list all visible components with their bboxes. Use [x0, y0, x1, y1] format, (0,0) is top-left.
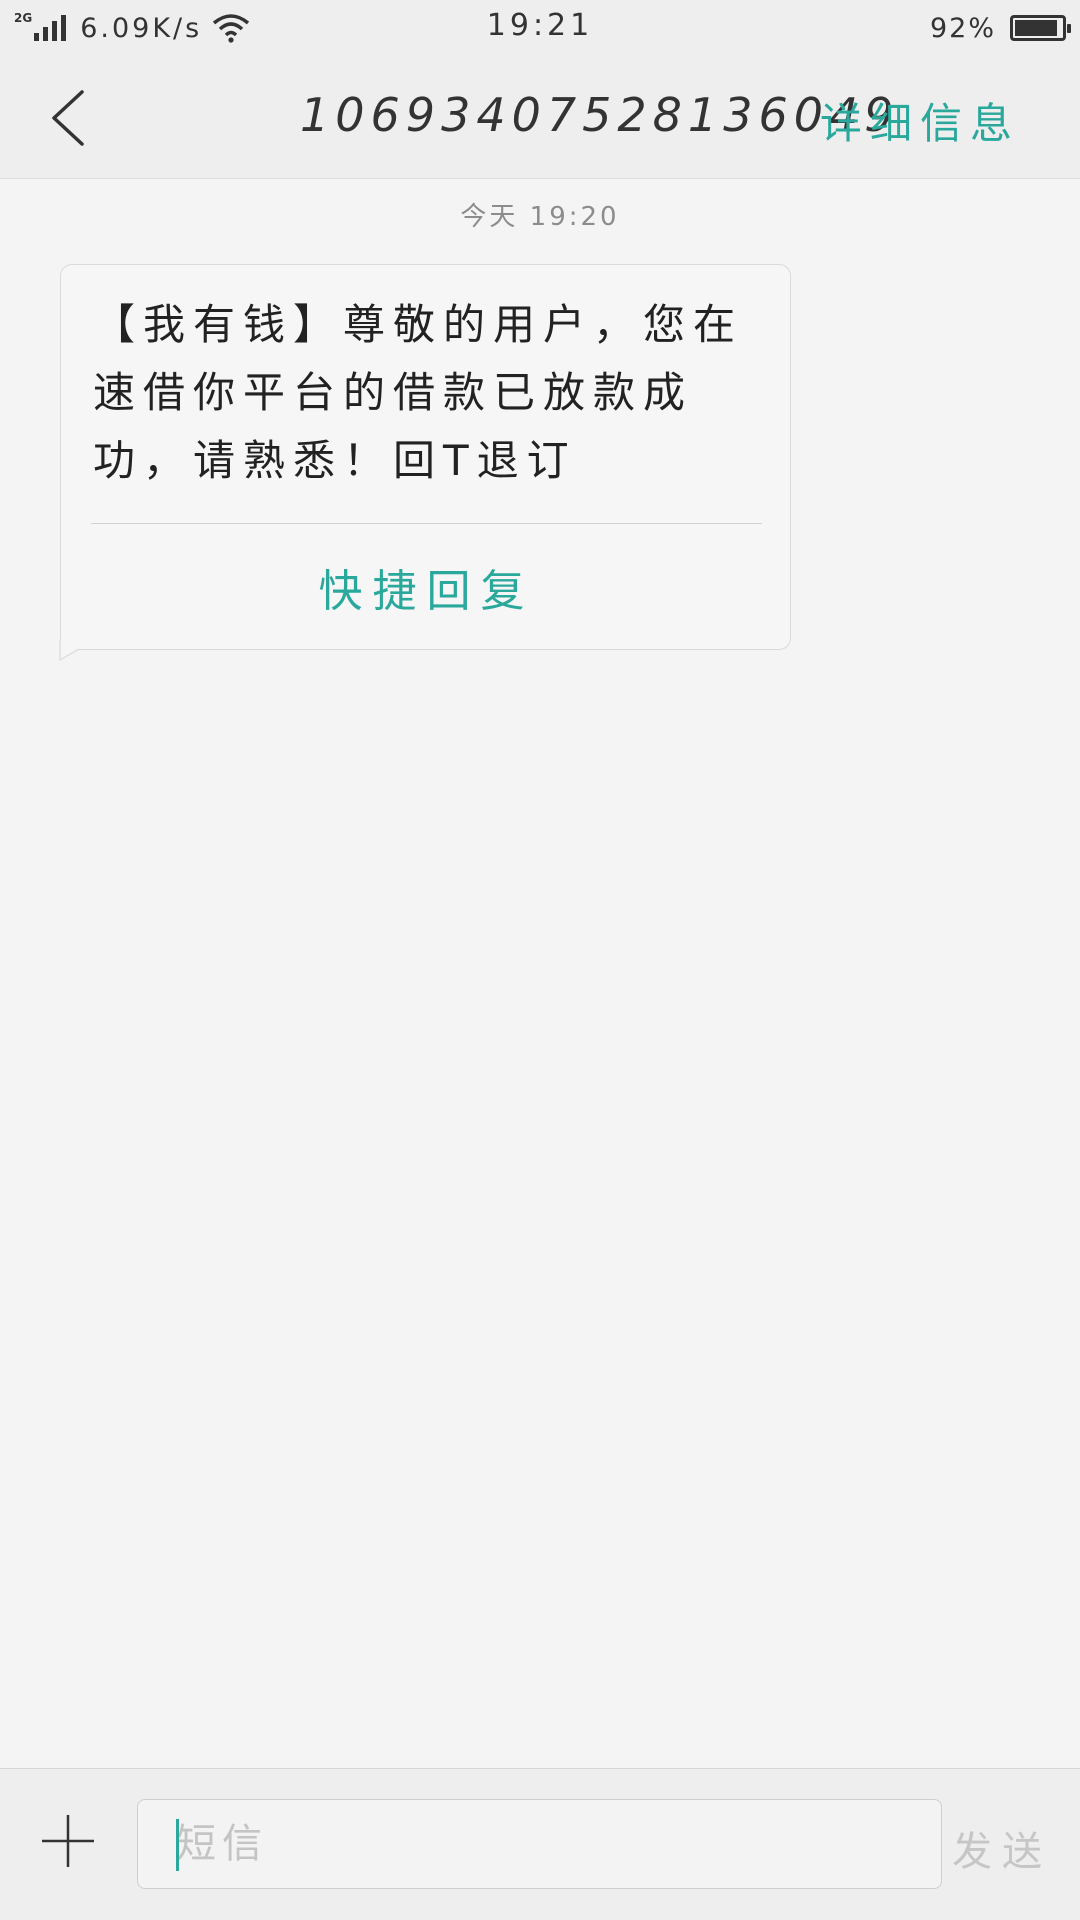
- battery-percent: 92%: [929, 12, 996, 44]
- battery-icon: [1010, 15, 1071, 41]
- bubble-divider: [91, 523, 762, 524]
- message-timestamp: 今天 19:20: [460, 202, 620, 232]
- message-composer: 发送: [0, 1768, 1080, 1920]
- conversation-header: 10693407528136049 详细信息: [0, 52, 1080, 179]
- status-time: 19:21: [486, 8, 594, 43]
- bubble-tail: [59, 640, 81, 662]
- message-input[interactable]: [137, 1799, 942, 1889]
- message-bubble: 【我有钱】尊敬的用户，您在速借你平台的借款已放款成功，请熟悉！回T退订 快捷回复: [60, 264, 791, 650]
- battery-tip: [1067, 24, 1071, 33]
- send-button[interactable]: 发送: [952, 1819, 1052, 1877]
- battery-level: [1015, 20, 1058, 36]
- message-text: 【我有钱】尊敬的用户，您在速借你平台的借款已放款成功，请熟悉！回T退订: [93, 300, 744, 485]
- back-arrow-icon[interactable]: [46, 86, 92, 150]
- text-caret: [176, 1819, 179, 1871]
- plus-icon[interactable]: [40, 1813, 96, 1869]
- status-right: 92%: [929, 8, 1071, 48]
- details-button[interactable]: 详细信息: [820, 90, 1020, 151]
- sender-number: 10693407528136049: [300, 88, 900, 142]
- status-bar: 2G 6.09K/s 19:21 92%: [0, 0, 1080, 52]
- quick-reply-button[interactable]: 快捷回复: [61, 555, 792, 619]
